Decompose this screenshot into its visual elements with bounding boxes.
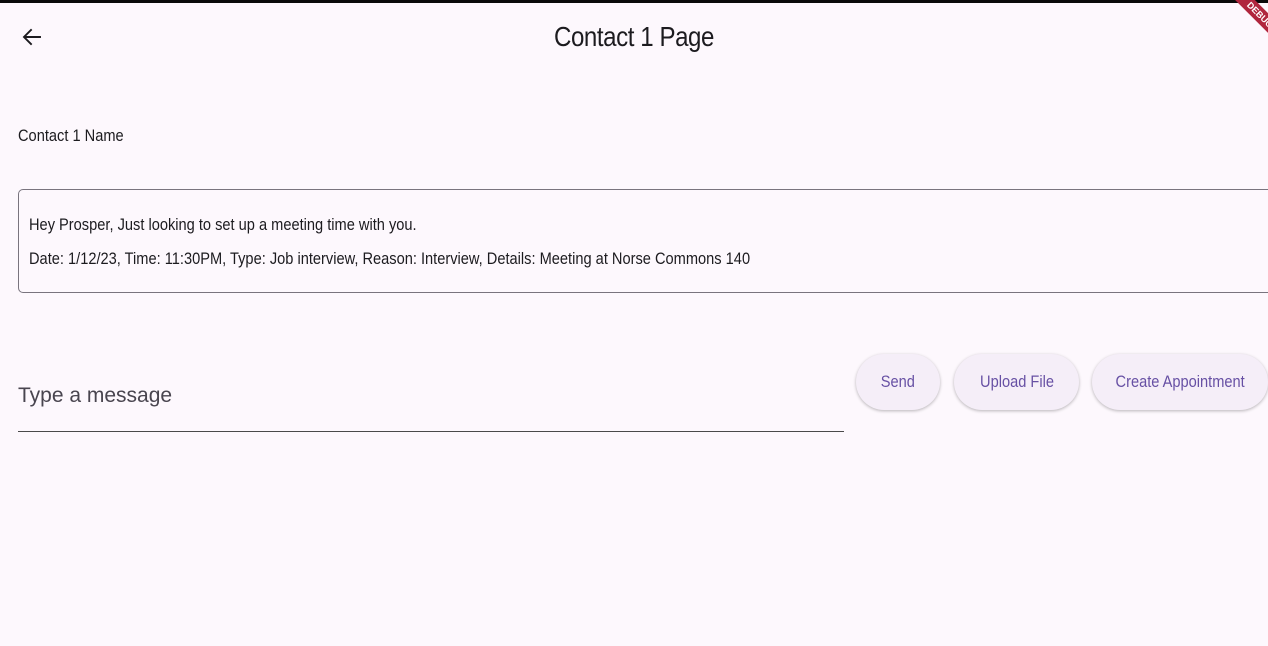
message-line-1: Hey Prosper, Just looking to set up a me… <box>29 215 417 234</box>
upload-file-button[interactable]: Upload File <box>954 354 1079 410</box>
contact-page: Contact 1 Page DEBUG Contact 1 Name Hey … <box>0 0 1268 646</box>
message-card: Hey Prosper, Just looking to set up a me… <box>18 189 1268 293</box>
send-button[interactable]: Send <box>856 354 940 410</box>
app-bar: Contact 1 Page <box>0 3 1268 81</box>
page-title: Contact 1 Page <box>554 21 714 52</box>
upload-file-button-label: Upload File <box>979 372 1054 391</box>
send-button-label: Send <box>880 372 916 391</box>
back-button[interactable] <box>12 17 52 57</box>
create-appointment-button[interactable]: Create Appointment <box>1092 354 1268 410</box>
arrow-left-icon <box>22 28 41 46</box>
contact-name-label: Contact 1 Name <box>18 126 124 145</box>
create-appointment-button-label: Create Appointment <box>1115 372 1245 391</box>
message-input[interactable] <box>18 360 844 432</box>
message-line-2: Date: 1/12/23, Time: 11:30PM, Type: Job … <box>29 249 751 268</box>
